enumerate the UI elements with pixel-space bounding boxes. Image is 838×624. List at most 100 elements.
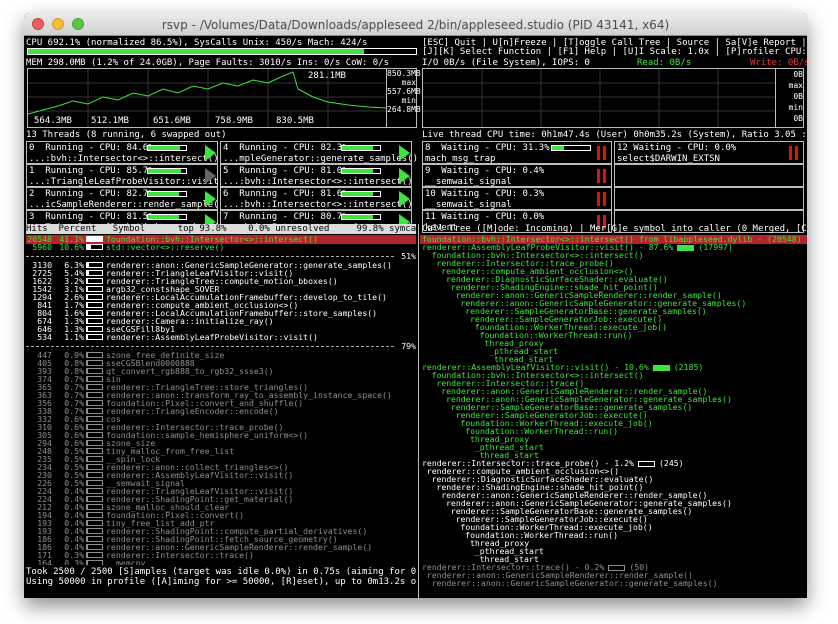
percentile-marker-label: 51% — [401, 251, 416, 261]
thread-cpu-bar — [341, 145, 381, 151]
thread-5[interactable]: 5 Running - CPU: 81.0% ...:bvh::Intersect… — [220, 164, 413, 187]
thread-status: 4 Running - CPU: 82.3% — [223, 143, 348, 153]
thread-status: 8 Waiting - CPU: 31.3% — [425, 143, 550, 153]
thread-symbol: ...:bvh::Intersector<>::intersect() — [223, 177, 413, 187]
mem-graph-label-peak: 281.1MB — [308, 71, 346, 81]
mem-graph-label-3: 651.6MB — [153, 116, 191, 126]
thread-slot-empty — [614, 164, 804, 187]
thread-status: 10 Waiting - CPU: 0.3% — [425, 189, 545, 199]
play-icon[interactable] — [205, 145, 216, 161]
title-bar[interactable]: rsvp - /Volumes/Data/Downloads/appleseed… — [24, 13, 807, 36]
function-share-bar — [86, 560, 103, 565]
thread-12[interactable]: 12 Waiting - CPU: 0.0% select$DARWIN_EXTS… — [614, 141, 804, 164]
io-graph: 0B max 0B min 0B — [422, 68, 804, 128]
call-tree-share-bar — [652, 364, 670, 371]
io-write-label: Write: 0B/s — [750, 58, 807, 68]
key-help-line-2: [J][K] Select Function | [F1] Help | [U]… — [422, 47, 807, 57]
function-share-bar — [86, 294, 103, 300]
cpu-usage-fill — [28, 49, 364, 54]
mem-scale-max-label: max — [401, 78, 416, 87]
mem-scale: 850.3MB max 557.6MB min 264.8MB — [386, 69, 421, 127]
function-share-bar — [86, 278, 103, 284]
function-share-bar — [86, 326, 103, 332]
io-scale-min: min — [788, 103, 803, 112]
function-hits: 164 — [37, 558, 52, 566]
footer-profile: Using 50000 in profile ([A]iming for >= … — [26, 577, 416, 587]
thread-cpu-fill — [148, 169, 181, 173]
thread-status: 7 Running - CPU: 80.7% — [223, 212, 348, 222]
thread-1[interactable]: 1 Running - CPU: 85.7% ...:TriangleLeafPr… — [26, 164, 229, 187]
thread-cpu-bar — [147, 214, 187, 220]
percentile-marker-label: 79% — [401, 341, 416, 351]
thread-cpu-fill — [148, 215, 179, 219]
function-share-bar — [86, 488, 103, 494]
function-row[interactable]: 164 0.3% __memcpy — [26, 559, 416, 565]
function-hits: 534 — [37, 332, 52, 342]
function-share-bar — [86, 520, 103, 526]
function-row[interactable]: 5960 10.6% std::vector<>::reserve() — [26, 243, 416, 252]
function-share-bar — [86, 334, 103, 340]
thread-9[interactable]: 9 Waiting - CPU: 0.4% __semwait_signal — [422, 164, 612, 187]
function-share-bar — [86, 270, 103, 276]
pause-icon[interactable] — [597, 146, 607, 160]
pause-icon[interactable] — [597, 192, 607, 206]
profiler-content: CPU 692.1% (normalized 86.5%), SysCalls … — [24, 37, 807, 598]
function-share-bar — [86, 310, 103, 316]
memory-graph: 281.1MB 564.3MB 512.1MB 651.6MB 758.9MB … — [27, 68, 421, 128]
thread-symbol: __semwait_signal — [425, 200, 512, 210]
function-share-fill — [87, 271, 89, 275]
function-list-header: Hits Percent Symbol top 93.8% 0.0% unres… — [26, 224, 416, 234]
function-row[interactable]: 534 1.1% renderer::AssemblyLeafProbeVisito… — [26, 333, 416, 342]
function-share-bar — [86, 472, 103, 478]
function-share-fill — [87, 279, 89, 283]
thread-status: 0 Running - CPU: 84.6% — [29, 143, 154, 153]
function-share-fill — [87, 311, 88, 315]
thread-2[interactable]: 2 Running - CPU: 82.7% ...icSampleRendere… — [26, 187, 224, 210]
thread-6[interactable]: 6 Running - CPU: 81.6% ...:bvh::Intersect… — [220, 187, 413, 210]
thread-cpu-fill — [342, 169, 373, 173]
function-share-bar — [86, 262, 103, 268]
play-icon[interactable] — [399, 145, 410, 161]
function-symbol: __memcpy — [106, 558, 146, 566]
io-scale-max: max — [788, 81, 803, 90]
thread-symbol: ...:bvh::Intersector<>::intersect() — [223, 200, 413, 210]
function-share-bar — [86, 400, 103, 406]
function-share-bar — [86, 464, 103, 470]
call-tree[interactable]: foundation::bvh::Intersector<>::intersec… — [420, 235, 807, 598]
thread-cpu-bar — [147, 191, 187, 197]
call-tree-node[interactable]: renderer::anon::GenericSampleGenerator::… — [420, 579, 807, 588]
thread-cpu-fill — [342, 215, 373, 219]
function-share-bar — [86, 384, 103, 390]
thread-cpu-bar — [147, 168, 187, 174]
function-share-bar — [86, 552, 103, 558]
function-share-bar — [86, 416, 103, 422]
thread-symbol: ...:bvh::Intersector<>::intersect() — [29, 154, 219, 164]
thread-10[interactable]: 10 Waiting - CPU: 0.3% __semwait_signal — [422, 187, 612, 210]
mem-summary: MEM 298.0MB (1.2% of 24.0GB), Page Fault… — [26, 58, 390, 68]
thread-cpu-bar — [341, 191, 381, 197]
thread-0[interactable]: 0 Running - CPU: 84.6% ...:bvh::Intersect… — [26, 141, 219, 164]
io-read-label: Read: 0B/s — [637, 58, 692, 68]
play-icon[interactable] — [399, 168, 410, 184]
function-list[interactable]: 20548 41.1% foundation::bvh::Intersector<>… — [26, 235, 416, 565]
io-summary: I/O 0B/s (File System), IOPS: 0 — [422, 58, 590, 68]
thread-cpu-fill — [148, 146, 181, 150]
call-tree-share-bar — [677, 244, 695, 251]
mem-graph-label-4: 758.9MB — [215, 116, 253, 126]
thread-status: 9 Waiting - CPU: 0.4% — [425, 166, 545, 176]
thread-status: 1 Running - CPU: 85.7% — [29, 166, 154, 176]
mem-graph-label-5: 830.5MB — [276, 116, 314, 126]
thread-4[interactable]: 4 Running - CPU: 82.3% ...mpleGenerator::… — [220, 141, 418, 164]
thread-cpu-fill — [552, 146, 564, 150]
play-icon[interactable] — [399, 191, 410, 207]
thread-8[interactable]: 8 Waiting - CPU: 31.3% mach_msg_trap — [422, 141, 612, 164]
io-graph-plot — [423, 69, 775, 127]
play-icon[interactable] — [205, 168, 216, 184]
thread-symbol: ...icSampleRenderer::render_sample() — [29, 200, 225, 210]
pause-icon[interactable] — [597, 169, 607, 183]
thread-status: 3 Running - CPU: 81.5% — [29, 212, 154, 222]
pause-icon[interactable] — [789, 146, 799, 160]
play-icon[interactable] — [205, 191, 216, 207]
function-share-fill — [87, 245, 91, 249]
pane-divider[interactable] — [418, 224, 419, 598]
